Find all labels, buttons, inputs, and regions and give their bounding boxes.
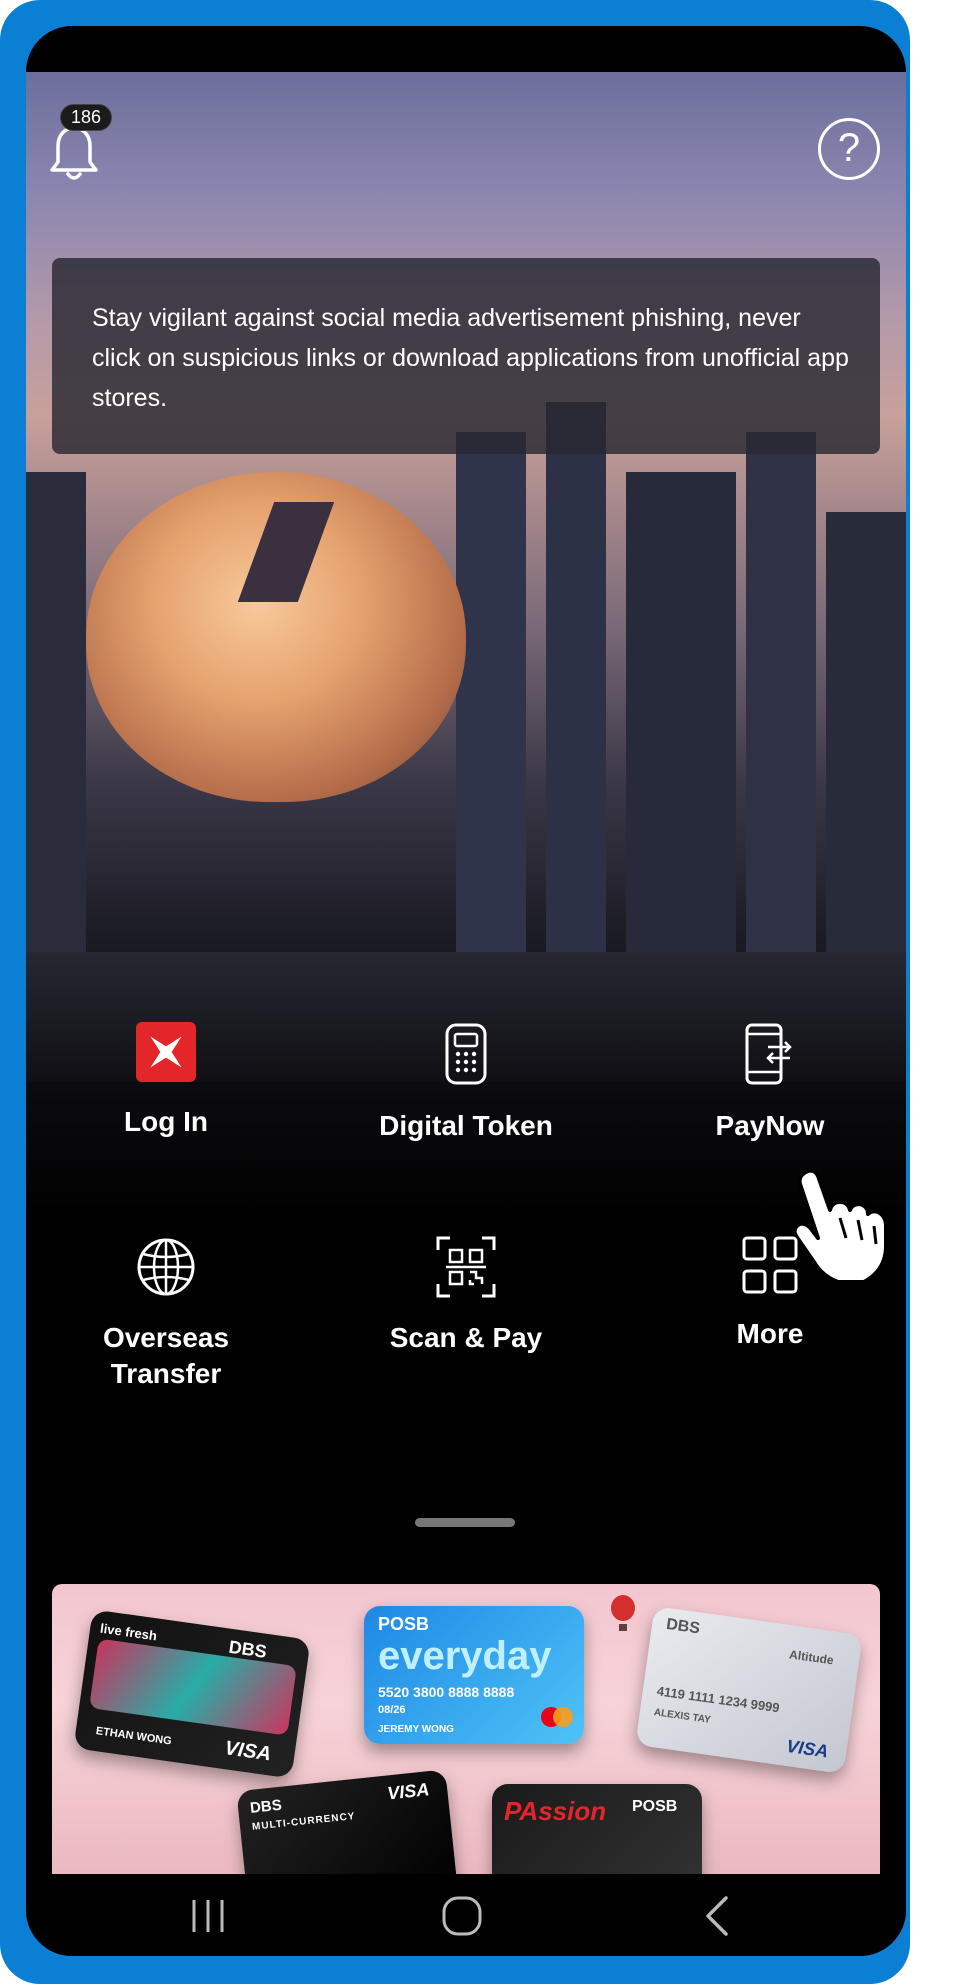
card-network: VISA — [223, 1737, 273, 1766]
drag-handle[interactable] — [415, 1518, 515, 1527]
posb-everyday-card: POSB everyday 5520 3800 8888 8888 08/26 … — [364, 1606, 584, 1744]
multi-currency-card: DBS MULTI-CURRENCY VISA — [236, 1769, 458, 1884]
token-device-icon — [445, 1023, 487, 1085]
altitude-card: DBS Altitude 4119 1111 1234 9999 ALEXIS … — [635, 1606, 863, 1774]
card-title: PAssion — [504, 1796, 607, 1826]
card-brand: DBS — [249, 1796, 283, 1817]
paynow-button[interactable]: PayNow — [650, 1022, 890, 1144]
building — [746, 432, 816, 952]
help-icon[interactable]: ? — [818, 118, 880, 180]
live-fresh-card: live fresh DBS VISA ETHAN WONG — [73, 1609, 311, 1779]
qr-scan-icon — [436, 1236, 496, 1298]
grid-icon — [742, 1236, 798, 1294]
phone-transfer-icon — [745, 1023, 792, 1085]
card-network: VISA — [386, 1779, 431, 1804]
globe-icon — [137, 1238, 195, 1296]
card-brand: POSB — [632, 1798, 678, 1815]
building — [826, 512, 906, 952]
passion-card: PAssion POSB — [492, 1784, 702, 1884]
card-brand: DBS — [665, 1615, 701, 1638]
more-button[interactable]: More — [650, 1236, 890, 1352]
building — [456, 432, 526, 952]
phishing-alert-banner: Stay vigilant against social media adver… — [52, 258, 880, 454]
scan-pay-button[interactable]: Scan & Pay — [346, 1236, 586, 1356]
card-brand: POSB — [378, 1614, 430, 1634]
recents-icon[interactable] — [186, 1896, 230, 1936]
mastercard-logo-icon — [541, 1707, 573, 1727]
scan-pay-label: Scan & Pay — [389, 1322, 543, 1353]
overseas-transfer-label: Overseas Transfer — [102, 1322, 230, 1389]
more-label: More — [736, 1318, 804, 1349]
hot-air-balloon-icon — [611, 1595, 635, 1631]
building — [546, 402, 606, 952]
card-number: 5520 3800 8888 8888 — [378, 1684, 515, 1700]
paynow-label: PayNow — [715, 1110, 825, 1141]
card-network: VISA — [785, 1735, 830, 1762]
dbs-logo-icon — [136, 1022, 196, 1082]
card-holder: ALEXIS TAY — [653, 1707, 712, 1726]
home-icon[interactable] — [440, 1894, 484, 1938]
promo-banner[interactable]: live fresh DBS VISA ETHAN WONG POSB ever… — [52, 1584, 880, 1884]
building — [626, 472, 736, 952]
app-screen: 186 ? Stay vigilant against social media… — [26, 26, 906, 1956]
digital-token-label: Digital Token — [379, 1110, 553, 1141]
digital-token-button[interactable]: Digital Token — [346, 1022, 586, 1144]
notification-badge: 186 — [60, 104, 113, 131]
card-holder: JEREMY WONG — [378, 1724, 454, 1735]
card-expiry: 08/26 — [378, 1704, 406, 1716]
back-icon[interactable] — [702, 1894, 732, 1938]
card-title: everyday — [378, 1634, 552, 1678]
alert-message: Stay vigilant against social media adver… — [92, 304, 849, 412]
building — [26, 472, 86, 952]
bell-icon[interactable] — [46, 124, 102, 186]
login-label: Log In — [124, 1106, 208, 1137]
card-holder: ETHAN WONG — [95, 1725, 173, 1748]
overseas-transfer-button[interactable]: Overseas Transfer — [46, 1236, 286, 1392]
card-tag: Altitude — [788, 1647, 835, 1668]
login-button[interactable]: Log In — [46, 1022, 286, 1140]
